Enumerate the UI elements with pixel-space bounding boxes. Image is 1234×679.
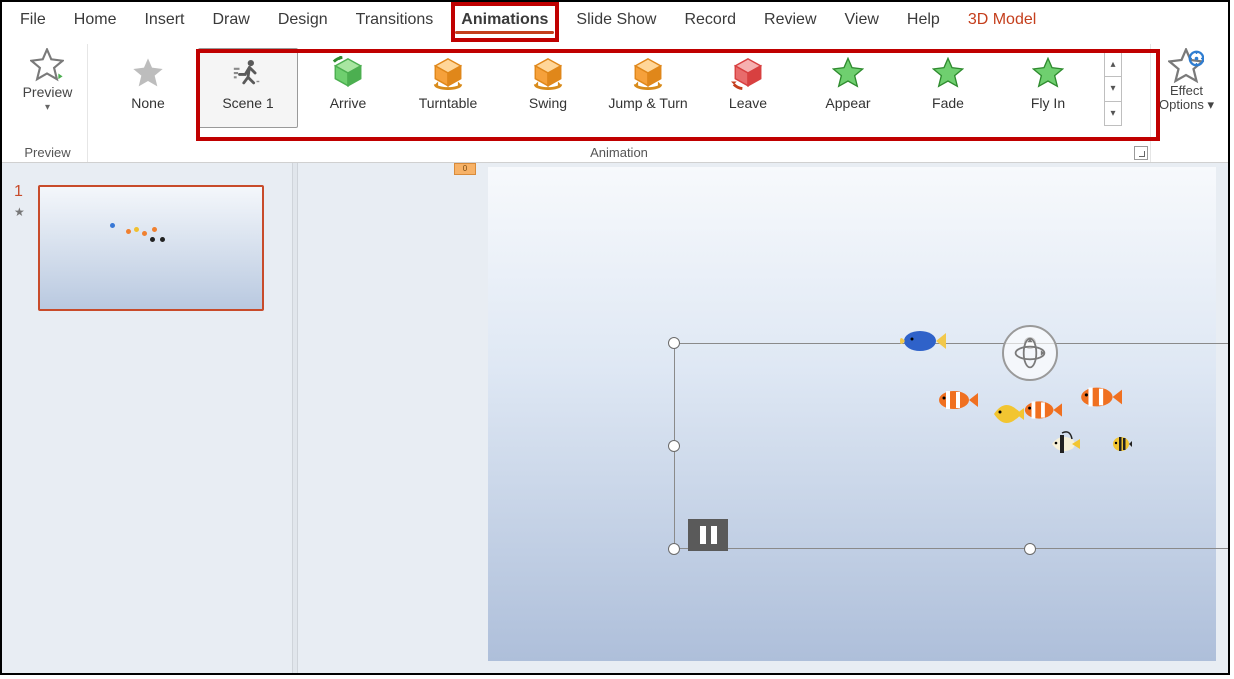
cube-orange-icon [430, 55, 466, 91]
gallery-item-label: Fly In [1031, 95, 1065, 111]
effect-options-button[interactable]: Effect Options ▾ [1159, 46, 1214, 113]
slide-number: 1 [14, 183, 23, 201]
cube-red-icon [730, 55, 766, 91]
thumb-mini-fish [160, 237, 165, 242]
star-green-icon [930, 55, 966, 91]
pause-icon[interactable] [688, 519, 728, 551]
gallery-item-label: Scene 1 [222, 95, 273, 111]
cube-orange-icon [530, 55, 566, 91]
thumb-mini-fish [152, 227, 157, 232]
gallery-scroll-down[interactable]: ▾ [1105, 77, 1121, 101]
gallery-item-label: Arrive [330, 95, 367, 111]
menu-item-home[interactable]: Home [60, 3, 131, 37]
menu-item-file[interactable]: File [6, 3, 60, 37]
animation-leave[interactable]: Leave [698, 48, 798, 128]
fish-blue [900, 327, 946, 355]
runner-icon [230, 55, 266, 91]
effect-options-icon [1168, 48, 1204, 84]
fish-clown [936, 387, 978, 413]
menu-item-review[interactable]: Review [750, 3, 830, 37]
app-frame: FileHomeInsertDrawDesignTransitionsAnima… [0, 0, 1230, 675]
ribbon-group-animation: None Scene 1 Arrive Turntable Swing Jump & Tu… [88, 44, 1150, 162]
chevron-down-icon: ▾ [45, 102, 50, 113]
animation-fly-in[interactable]: Fly In [998, 48, 1098, 128]
selection-handle[interactable] [668, 337, 680, 349]
gallery-item-label: Appear [825, 95, 870, 111]
thumb-mini-fish [142, 231, 147, 236]
menu-item-insert[interactable]: Insert [130, 3, 198, 37]
selection-handle[interactable] [668, 543, 680, 555]
fish-banner [1050, 431, 1080, 457]
ruler-marker: 0 [454, 163, 476, 175]
fish-yellow [990, 399, 1024, 429]
thumb-mini-fish [150, 237, 155, 242]
menu-item-help[interactable]: Help [893, 3, 954, 37]
menu-item-draw[interactable]: Draw [198, 3, 263, 37]
menu-item-animations[interactable]: Animations [447, 3, 562, 37]
animation-jump-turn[interactable]: Jump & Turn [598, 48, 698, 128]
animation-gallery: None Scene 1 Arrive Turntable Swing Jump & Tu… [88, 48, 1150, 128]
orbit-icon [1012, 335, 1048, 371]
selection-handle[interactable] [1024, 543, 1036, 555]
group-label-preview: Preview [24, 145, 70, 160]
thumb-mini-fish [126, 229, 131, 234]
selection-handle[interactable] [668, 440, 680, 452]
gallery-item-label: Leave [729, 95, 767, 111]
preview-label: Preview [23, 84, 73, 100]
animation-scene-1[interactable]: Scene 1 [198, 48, 298, 128]
thumb-mini-fish [134, 227, 139, 232]
gallery-item-label: Swing [529, 95, 567, 111]
gallery-scroll-up[interactable]: ▴ [1105, 53, 1121, 77]
gallery-scroll-more[interactable]: ▾ [1105, 102, 1121, 125]
animation-swing[interactable]: Swing [498, 48, 598, 128]
thumbnail-panel: 1 ★ [2, 163, 292, 673]
ribbon-group-preview: Preview ▾ Preview [8, 44, 88, 162]
thumb-mini-fish [110, 223, 115, 228]
animation-turntable[interactable]: Turntable [398, 48, 498, 128]
animation-none[interactable]: None [98, 48, 198, 128]
star-green-icon [830, 55, 866, 91]
fish-bee [1110, 433, 1132, 455]
effect-options-label2: Options ▾ [1159, 98, 1214, 112]
gallery-item-label: Fade [932, 95, 964, 111]
ribbon: Preview ▾ Preview None Scene 1 Arrive Turnt… [2, 38, 1228, 163]
menu-item-record[interactable]: Record [670, 3, 750, 37]
animation-fade[interactable]: Fade [898, 48, 998, 128]
cube-green-icon [330, 55, 366, 91]
slide-thumbnail[interactable] [38, 185, 264, 311]
menu-item-slide-show[interactable]: Slide Show [562, 3, 670, 37]
group-label-animation: Animation [590, 145, 648, 160]
slide-canvas-area: 0 [298, 163, 1228, 673]
work-area: 1 ★ 0 [2, 163, 1228, 673]
gallery-item-label: Turntable [419, 95, 478, 111]
animation-arrive[interactable]: Arrive [298, 48, 398, 128]
menu-item-3d-model[interactable]: 3D Model [954, 3, 1050, 37]
animation-indicator-icon: ★ [14, 205, 25, 219]
ribbon-group-effect-options: Effect Options ▾ [1150, 44, 1222, 162]
fish-clown [1078, 383, 1122, 411]
star-gray-icon [130, 55, 166, 91]
star-green-icon [1030, 55, 1066, 91]
fish-clown [1022, 397, 1062, 423]
gallery-item-label: Jump & Turn [608, 95, 687, 111]
preview-star-icon [30, 48, 64, 82]
cube-orange-icon [630, 55, 666, 91]
menu-item-design[interactable]: Design [264, 3, 342, 37]
menu-item-view[interactable]: View [831, 3, 893, 37]
preview-button[interactable]: Preview ▾ [23, 44, 73, 113]
rotate-3d-handle[interactable] [1002, 325, 1058, 381]
slide[interactable] [488, 167, 1216, 661]
effect-options-label1: Effect [1170, 84, 1203, 98]
menu-bar: FileHomeInsertDrawDesignTransitionsAnima… [2, 2, 1228, 38]
gallery-item-label: None [131, 95, 164, 111]
menu-item-transitions[interactable]: Transitions [342, 3, 448, 37]
dialog-launcher-icon[interactable] [1134, 146, 1148, 160]
animation-appear[interactable]: Appear [798, 48, 898, 128]
selection-box[interactable] [674, 343, 1228, 549]
gallery-scroll: ▴▾▾ [1104, 52, 1122, 126]
